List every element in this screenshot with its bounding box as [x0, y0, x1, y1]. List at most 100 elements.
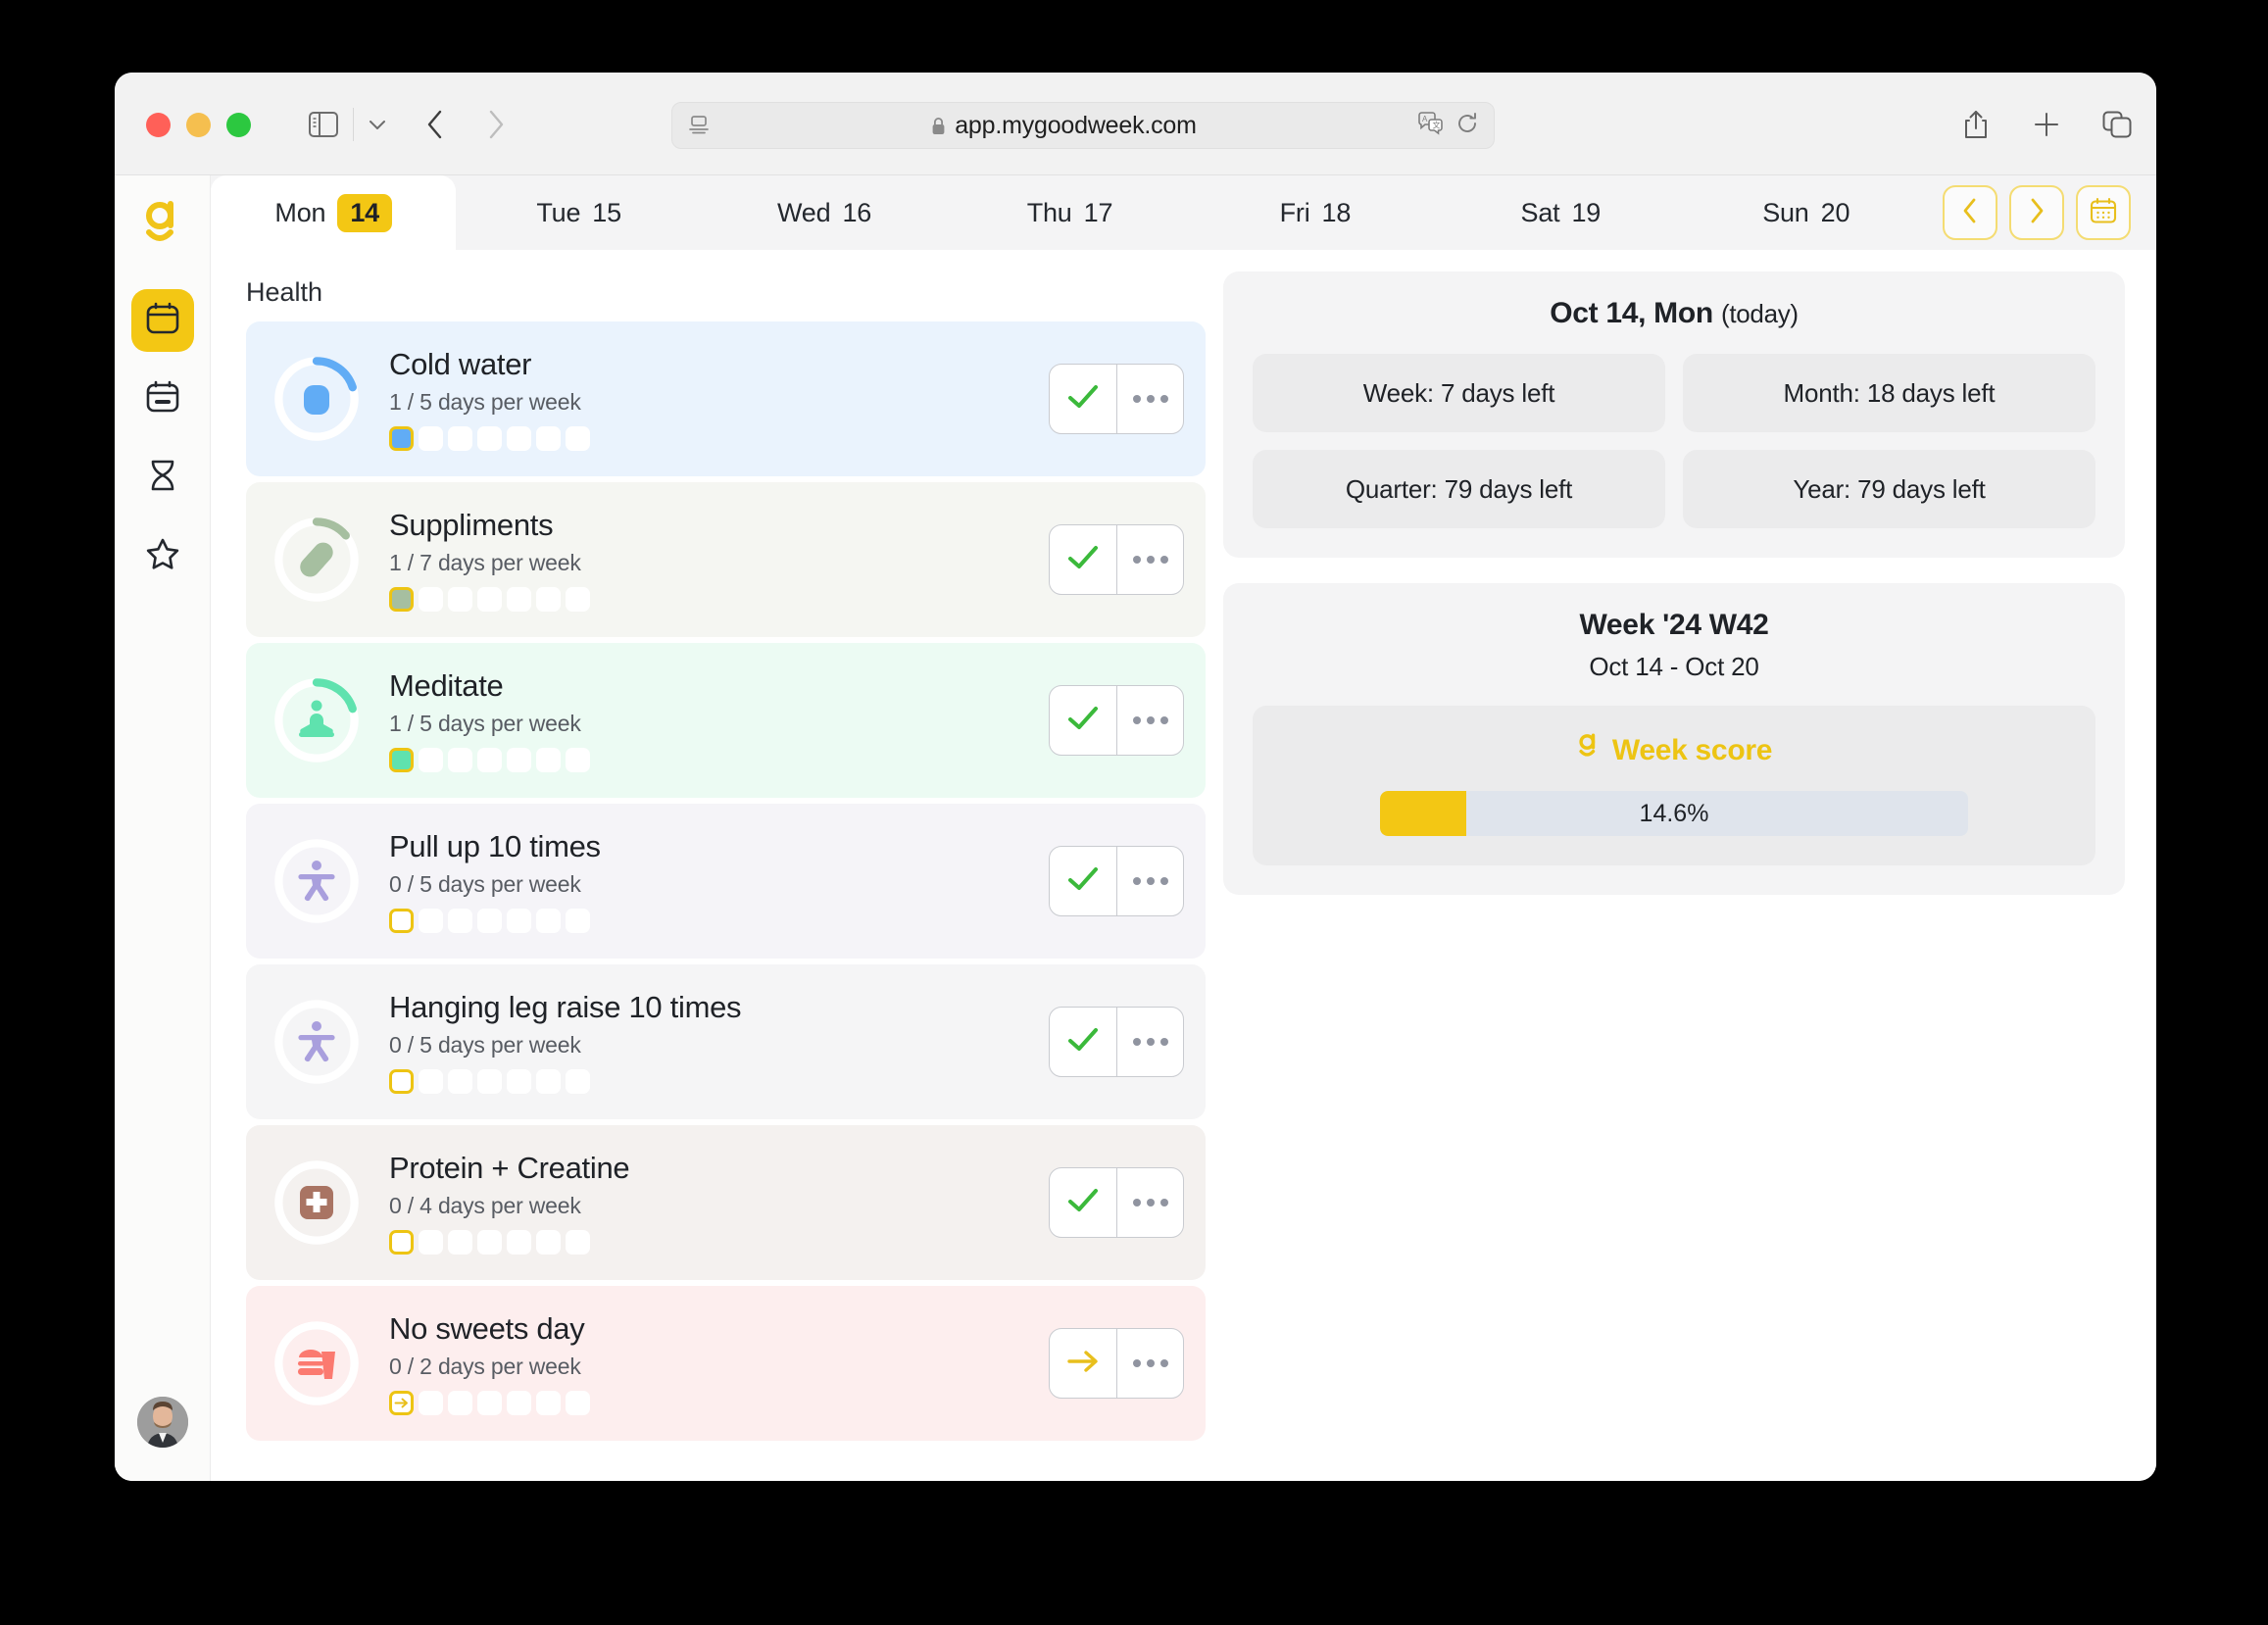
- habit-day-dot[interactable]: [448, 909, 472, 933]
- habit-day-dot[interactable]: [448, 1230, 472, 1255]
- address-bar[interactable]: app.mygoodweek.com A 文: [671, 102, 1495, 149]
- habit-day-dot[interactable]: [448, 1069, 472, 1094]
- habit-day-dot[interactable]: [389, 1391, 414, 1415]
- habit-day-dot[interactable]: [419, 1391, 443, 1415]
- habit-day-dot[interactable]: [389, 748, 414, 772]
- habit-day-dot[interactable]: [389, 587, 414, 612]
- reload-icon[interactable]: [1456, 112, 1478, 140]
- habit-day-dot[interactable]: [419, 909, 443, 933]
- day-tab-thu[interactable]: Thu17: [947, 175, 1192, 250]
- habit-row[interactable]: Hanging leg raise 10 times0 / 5 days per…: [246, 964, 1206, 1119]
- habit-more-button[interactable]: [1116, 1329, 1183, 1398]
- habit-day-dot[interactable]: [566, 426, 590, 451]
- habit-day-dot[interactable]: [477, 587, 502, 612]
- habit-day-dot[interactable]: [448, 748, 472, 772]
- habit-day-dot[interactable]: [389, 1230, 414, 1255]
- habit-day-dot[interactable]: [507, 1069, 531, 1094]
- habit-day-dot[interactable]: [536, 587, 561, 612]
- sidebar-item-agenda[interactable]: [131, 368, 194, 430]
- plus-icon[interactable]: [2020, 73, 2073, 175]
- habit-row[interactable]: Cold water1 / 5 days per week: [246, 321, 1206, 476]
- day-tab-fri[interactable]: Fri18: [1193, 175, 1438, 250]
- habit-check-button[interactable]: [1050, 365, 1116, 433]
- habit-day-dot[interactable]: [536, 909, 561, 933]
- sidebar-toggle-icon[interactable]: [297, 73, 350, 175]
- reader-view-icon[interactable]: [688, 116, 710, 135]
- habit-day-dot[interactable]: [507, 909, 531, 933]
- habit-day-dot[interactable]: [477, 1230, 502, 1255]
- translate-icon[interactable]: A 文: [1418, 112, 1444, 140]
- habit-skip-button[interactable]: [1050, 1329, 1116, 1398]
- share-icon[interactable]: [1949, 73, 2002, 175]
- habit-more-button[interactable]: [1116, 1168, 1183, 1237]
- tab-overview-icon[interactable]: [2091, 73, 2144, 175]
- habit-day-dot[interactable]: [566, 909, 590, 933]
- habit-check-button[interactable]: [1050, 1168, 1116, 1237]
- habit-row[interactable]: Protein + Creatine0 / 4 days per week: [246, 1125, 1206, 1280]
- habit-day-dot[interactable]: [507, 587, 531, 612]
- habit-day-dot[interactable]: [507, 426, 531, 451]
- habit-day-dot[interactable]: [419, 587, 443, 612]
- day-tab-mon[interactable]: Mon14: [211, 175, 456, 250]
- habit-day-dot[interactable]: [536, 1069, 561, 1094]
- habit-day-dot[interactable]: [448, 1391, 472, 1415]
- habit-day-dot[interactable]: [477, 748, 502, 772]
- habit-day-dot[interactable]: [566, 1230, 590, 1255]
- minimize-window-button[interactable]: [186, 113, 211, 137]
- forward-arrow-icon[interactable]: [469, 73, 522, 175]
- next-week-button[interactable]: [2009, 185, 2064, 240]
- habit-day-dot[interactable]: [419, 426, 443, 451]
- sidebar-item-star[interactable]: [131, 524, 194, 587]
- habit-more-button[interactable]: [1116, 686, 1183, 755]
- habit-day-dot[interactable]: [419, 1069, 443, 1094]
- habit-row[interactable]: Meditate1 / 5 days per week: [246, 643, 1206, 798]
- habit-day-dot[interactable]: [566, 748, 590, 772]
- habit-day-dot[interactable]: [536, 748, 561, 772]
- habit-day-dot[interactable]: [566, 1069, 590, 1094]
- habit-row[interactable]: No sweets day0 / 2 days per week: [246, 1286, 1206, 1441]
- habit-row[interactable]: Pull up 10 times0 / 5 days per week: [246, 804, 1206, 959]
- day-tab-sun[interactable]: Sun20: [1684, 175, 1929, 250]
- habit-day-dot[interactable]: [536, 1230, 561, 1255]
- habit-day-dot[interactable]: [477, 909, 502, 933]
- habit-more-button[interactable]: [1116, 847, 1183, 915]
- calendar-picker-button[interactable]: [2076, 185, 2131, 240]
- habit-day-dot[interactable]: [477, 1391, 502, 1415]
- back-arrow-icon[interactable]: [409, 73, 462, 175]
- habit-day-dot[interactable]: [507, 1391, 531, 1415]
- habit-day-dot[interactable]: [536, 426, 561, 451]
- maximize-window-button[interactable]: [226, 113, 251, 137]
- habit-more-button[interactable]: [1116, 525, 1183, 594]
- habit-day-dot[interactable]: [448, 587, 472, 612]
- today-card: Oct 14, Mon (today) Week: 7 days leftMon…: [1223, 271, 2125, 558]
- habit-check-button[interactable]: [1050, 525, 1116, 594]
- habit-check-button[interactable]: [1050, 1008, 1116, 1076]
- habit-day-dot[interactable]: [477, 1069, 502, 1094]
- habit-day-dot[interactable]: [389, 1069, 414, 1094]
- habit-day-dot[interactable]: [507, 1230, 531, 1255]
- sidebar-item-hourglass[interactable]: [131, 446, 194, 509]
- habit-row[interactable]: Suppliments1 / 7 days per week: [246, 482, 1206, 637]
- habit-day-dot[interactable]: [448, 426, 472, 451]
- avatar[interactable]: [137, 1397, 188, 1448]
- habit-day-dot[interactable]: [389, 426, 414, 451]
- habit-day-dot[interactable]: [419, 748, 443, 772]
- habit-day-dot[interactable]: [389, 909, 414, 933]
- habit-day-dot[interactable]: [507, 748, 531, 772]
- close-window-button[interactable]: [146, 113, 171, 137]
- habit-day-dot[interactable]: [477, 426, 502, 451]
- habit-check-button[interactable]: [1050, 686, 1116, 755]
- habit-day-dot[interactable]: [566, 1391, 590, 1415]
- habit-check-button[interactable]: [1050, 847, 1116, 915]
- sidebar-item-calendar[interactable]: [131, 289, 194, 352]
- habit-day-dot[interactable]: [419, 1230, 443, 1255]
- day-tab-wed[interactable]: Wed16: [702, 175, 947, 250]
- prev-week-button[interactable]: [1943, 185, 1997, 240]
- day-tab-sat[interactable]: Sat19: [1438, 175, 1683, 250]
- chevron-down-icon[interactable]: [358, 73, 397, 175]
- habit-day-dot[interactable]: [566, 587, 590, 612]
- habit-more-button[interactable]: [1116, 1008, 1183, 1076]
- habit-day-dot[interactable]: [536, 1391, 561, 1415]
- habit-more-button[interactable]: [1116, 365, 1183, 433]
- day-tab-tue[interactable]: Tue15: [456, 175, 701, 250]
